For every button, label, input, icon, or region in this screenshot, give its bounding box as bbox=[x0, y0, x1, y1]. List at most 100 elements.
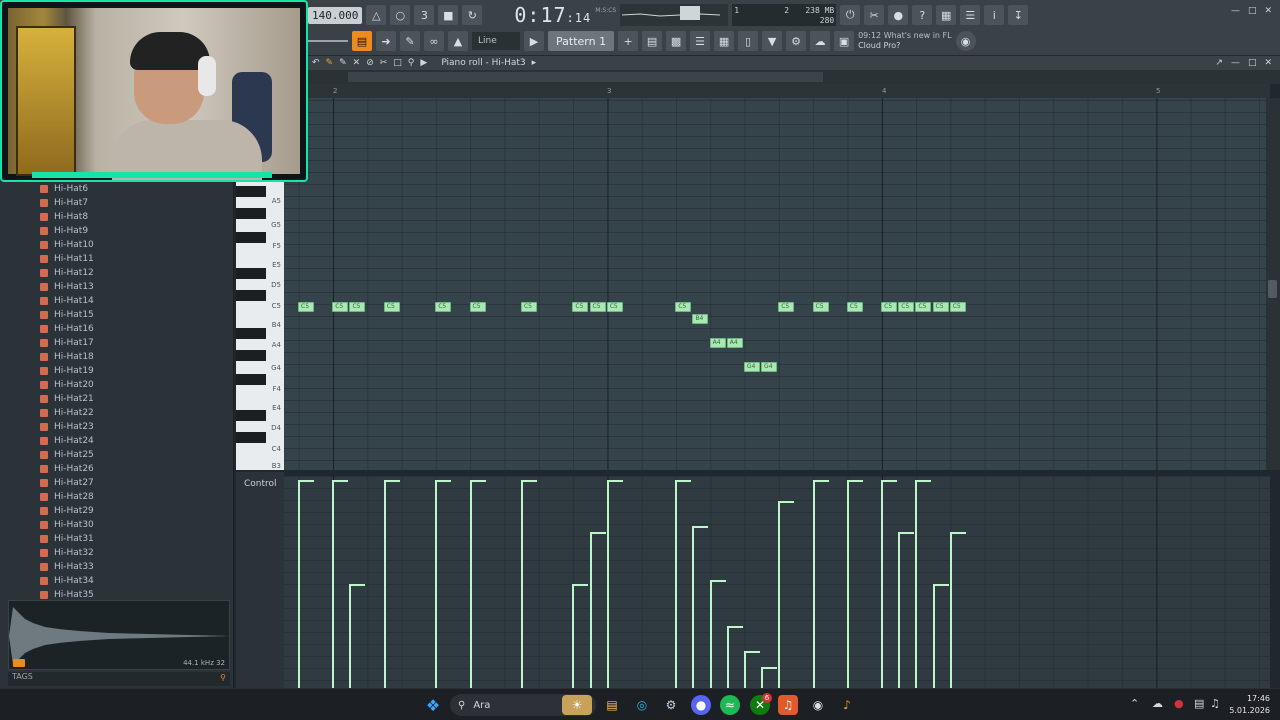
velocity-bar[interactable] bbox=[332, 480, 349, 688]
song-time-display[interactable]: 0:17:14 bbox=[514, 3, 591, 27]
playlist-overview-scrollbar[interactable] bbox=[308, 70, 1280, 84]
browser-item[interactable]: Hi-Hat12 bbox=[40, 266, 94, 280]
black-key[interactable] bbox=[236, 232, 266, 243]
tray-chevron-icon[interactable]: ⌃ bbox=[1130, 697, 1139, 710]
note[interactable]: B4 bbox=[692, 314, 709, 324]
widgets-icon[interactable]: ☀ bbox=[562, 695, 592, 715]
velocity-bar[interactable] bbox=[898, 532, 915, 688]
note[interactable]: G4 bbox=[743, 362, 760, 372]
restore-icon[interactable]: □ bbox=[1248, 6, 1257, 16]
countdown-icon[interactable]: 3 bbox=[414, 5, 435, 25]
minimize-icon[interactable]: — bbox=[1231, 6, 1240, 16]
chrome-icon[interactable]: ◉ bbox=[808, 695, 828, 715]
velocity-bar[interactable] bbox=[761, 667, 778, 688]
note[interactable]: C5 bbox=[435, 302, 452, 312]
velocity-bar[interactable] bbox=[606, 480, 623, 688]
note[interactable]: C5 bbox=[589, 302, 606, 312]
velocity-bar[interactable] bbox=[881, 480, 898, 688]
browser-item[interactable]: Hi-Hat31 bbox=[40, 532, 94, 546]
note[interactable]: C5 bbox=[812, 302, 829, 312]
playback-tool-icon[interactable]: ▶ bbox=[420, 58, 427, 68]
browser-item[interactable]: Hi-Hat11 bbox=[40, 252, 94, 266]
note[interactable]: C5 bbox=[675, 302, 692, 312]
black-key[interactable] bbox=[236, 410, 266, 421]
vertical-scroll-thumb[interactable] bbox=[1268, 280, 1277, 298]
note[interactable]: C5 bbox=[572, 302, 589, 312]
pr-maximize-icon[interactable]: □ bbox=[1248, 58, 1257, 68]
browser-item[interactable]: Hi-Hat17 bbox=[40, 336, 94, 350]
browser-item[interactable]: Hi-Hat27 bbox=[40, 476, 94, 490]
onedrive-icon[interactable]: ☁ bbox=[1152, 697, 1163, 710]
browser-item[interactable]: Hi-Hat13 bbox=[40, 280, 94, 294]
black-key[interactable] bbox=[236, 374, 266, 385]
browser-item[interactable]: Hi-Hat15 bbox=[40, 308, 94, 322]
black-key[interactable] bbox=[236, 208, 266, 219]
vertical-scrollbar[interactable] bbox=[1266, 98, 1280, 470]
news-panel[interactable]: 09:12 What's new in FL Cloud Pro? bbox=[858, 31, 952, 51]
note[interactable]: C5 bbox=[778, 302, 795, 312]
note[interactable]: C5 bbox=[606, 302, 623, 312]
browser-item[interactable]: Hi-Hat26 bbox=[40, 462, 94, 476]
fl-studio-icon[interactable]: ♫ bbox=[778, 695, 798, 715]
note[interactable]: C5 bbox=[932, 302, 949, 312]
add-pattern-icon[interactable]: + bbox=[618, 31, 639, 51]
velocity-bar[interactable] bbox=[298, 480, 314, 688]
velocity-bar[interactable] bbox=[520, 480, 537, 688]
note[interactable]: C5 bbox=[298, 302, 314, 312]
piano-roll-window-icon[interactable]: ▦ bbox=[714, 31, 735, 51]
mic-icon[interactable]: ● bbox=[1174, 697, 1184, 710]
piano-keyboard[interactable]: A5 G5 F5 E5 D5 C5 B4 A4 G4 F4 E4 D4 C4 B… bbox=[236, 182, 284, 470]
pr-close-icon[interactable]: ✕ bbox=[1264, 58, 1272, 68]
browser-item[interactable]: Hi-Hat20 bbox=[40, 378, 94, 392]
note[interactable]: G4 bbox=[761, 362, 778, 372]
wrench-icon[interactable]: ⚙ bbox=[786, 31, 807, 51]
loop-record-icon[interactable]: ↻ bbox=[462, 5, 483, 25]
note[interactable]: A4 bbox=[726, 338, 743, 348]
wait-icon[interactable]: ○ bbox=[390, 5, 411, 25]
tempo-display[interactable]: 140.000 bbox=[308, 6, 363, 24]
note[interactable]: C5 bbox=[349, 302, 366, 312]
browser-item[interactable]: Hi-Hat10 bbox=[40, 238, 94, 252]
black-key[interactable] bbox=[236, 432, 266, 443]
arrow-right-icon[interactable]: ➜ bbox=[376, 31, 396, 51]
pencil-icon[interactable]: ✎ bbox=[400, 31, 420, 51]
pr-detach-icon[interactable]: ↗ bbox=[1215, 58, 1223, 68]
pr-minimize-icon[interactable]: — bbox=[1231, 58, 1240, 68]
download-icon[interactable]: ↧ bbox=[1008, 5, 1029, 25]
mute-tool-icon[interactable]: ⊘ bbox=[366, 58, 374, 68]
black-key[interactable] bbox=[236, 186, 266, 197]
velocity-bar[interactable] bbox=[692, 526, 709, 688]
browser-item[interactable]: Hi-Hat22 bbox=[40, 406, 94, 420]
info-icon[interactable]: i bbox=[984, 5, 1005, 25]
pattern-selector[interactable]: Pattern 1 bbox=[548, 31, 615, 51]
select-tool-icon[interactable]: □ bbox=[393, 58, 402, 68]
snap-mode-select[interactable]: Line bbox=[472, 32, 520, 50]
close-icon[interactable]: ✕ bbox=[1264, 6, 1272, 16]
browser-item[interactable]: Hi-Hat30 bbox=[40, 518, 94, 532]
link-icon[interactable]: ∞ bbox=[424, 31, 444, 51]
pattern-prev-icon[interactable]: ▶ bbox=[524, 31, 544, 51]
browser-item[interactable]: Hi-Hat33 bbox=[40, 560, 94, 574]
note[interactable]: C5 bbox=[915, 302, 932, 312]
step-icon[interactable]: ■ bbox=[438, 5, 459, 25]
mixer-window-icon[interactable]: ☰ bbox=[690, 31, 711, 51]
note[interactable]: A4 bbox=[709, 338, 726, 348]
note[interactable]: C5 bbox=[846, 302, 863, 312]
file-explorer-icon[interactable]: ▤ bbox=[602, 695, 622, 715]
black-key[interactable] bbox=[236, 290, 266, 301]
spotify-icon[interactable]: ≈ bbox=[720, 695, 740, 715]
help-icon[interactable]: ? bbox=[912, 5, 933, 25]
velocity-bar[interactable] bbox=[349, 584, 366, 688]
plugin-icon[interactable]: ▼ bbox=[762, 31, 783, 51]
windows-start-icon[interactable]: ❖ bbox=[423, 695, 443, 715]
preview-play-icon[interactable] bbox=[13, 659, 25, 667]
tags-bar[interactable]: TAGS ⚲ bbox=[8, 672, 230, 686]
note[interactable]: C5 bbox=[898, 302, 915, 312]
note[interactable]: C5 bbox=[383, 302, 400, 312]
browser-item[interactable]: Hi-Hat18 bbox=[40, 350, 94, 364]
velocity-bar[interactable] bbox=[949, 532, 966, 688]
browser-item[interactable]: Hi-Hat21 bbox=[40, 392, 94, 406]
black-key[interactable] bbox=[236, 268, 266, 279]
browser-item[interactable]: Hi-Hat6 bbox=[40, 182, 94, 196]
velocity-bar[interactable] bbox=[778, 501, 795, 688]
